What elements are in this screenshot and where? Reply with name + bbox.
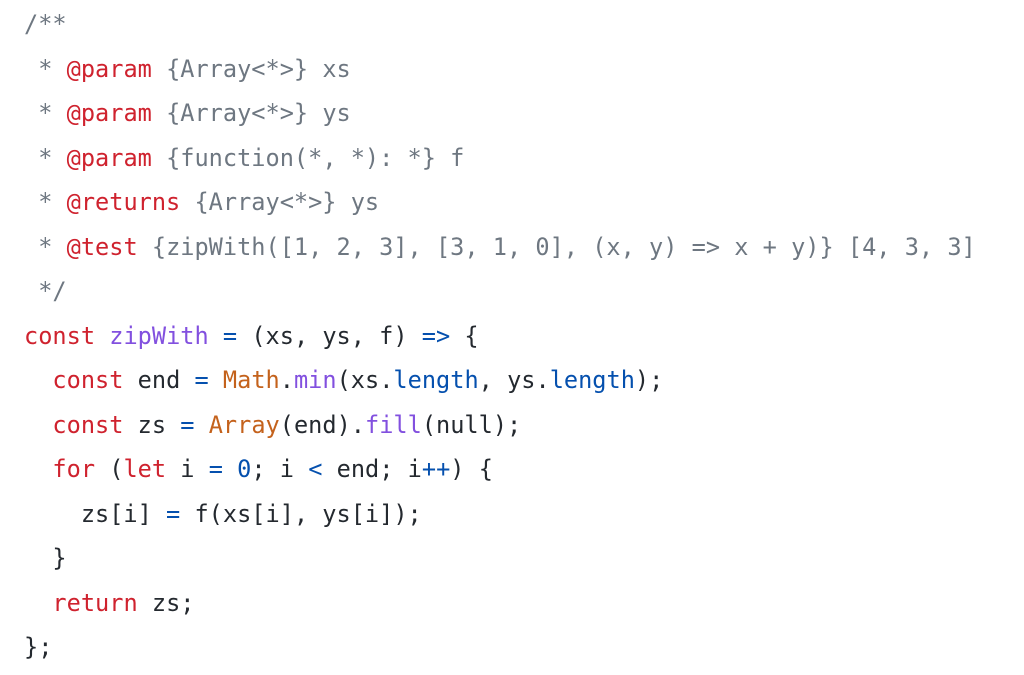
code-text-token: ; i — [251, 455, 309, 483]
comment-token: {Array<*>} ys — [151, 99, 351, 127]
operator-token: ++ — [421, 455, 451, 483]
comment-token: */ — [24, 277, 67, 305]
code-text-token: f(xs[i], ys[i]); — [180, 499, 422, 528]
jsdoc-tag-token: @test — [66, 232, 138, 261]
comment-token: {function(*, *): *} f — [151, 143, 465, 172]
comment-token: {zipWith([1, 2, 3], [3, 1, 0], (x, y) =>… — [137, 232, 976, 261]
keyword-token: for — [52, 455, 96, 483]
keyword-token: const — [52, 410, 124, 439]
operator-token: = — [208, 455, 223, 483]
code-text-token: }; — [24, 633, 53, 661]
function-name-token: zipWith — [109, 321, 209, 350]
code-line: } — [24, 541, 1024, 586]
code-block: /** * @param {Array<*>} xs * @param {Arr… — [0, 0, 1024, 675]
builtin-token: Math — [222, 366, 280, 394]
operator-token: = — [166, 499, 181, 528]
comment-token: {Array<*>} ys — [180, 188, 380, 216]
comment-token: * — [24, 54, 67, 83]
comment-token: * — [24, 99, 67, 127]
comment-token: * — [24, 143, 67, 172]
code-line: * @param {Array<*>} ys — [24, 96, 1024, 141]
keyword-token: return — [52, 588, 138, 617]
function-name-token: min — [293, 366, 337, 394]
operator-token: = — [222, 321, 238, 350]
code-line: * @test {zipWith([1, 2, 3], [3, 1, 0], (… — [24, 230, 1024, 275]
code-text-token: { — [450, 321, 479, 350]
code-text-token: (xs, ys, f) — [237, 321, 422, 350]
comment-token: /** — [24, 10, 67, 38]
jsdoc-tag-token: @param — [66, 54, 152, 83]
jsdoc-tag-token: @returns — [66, 188, 181, 216]
function-name-token: fill — [364, 410, 422, 439]
code-line: const end = Math.min(xs.length, ys.lengt… — [24, 363, 1024, 408]
builtin-token: Array — [208, 410, 280, 439]
code-text-token: (null); — [421, 410, 522, 439]
comment-token: {Array<*>} xs — [151, 54, 351, 83]
code-text-token: end — [123, 366, 195, 394]
code-text-token: ) { — [450, 455, 493, 483]
code-line: const zs = Array(end).fill(null); — [24, 408, 1024, 453]
number-token: 0 — [237, 455, 252, 483]
code-text-token: . — [279, 366, 294, 394]
code-text-token: ); — [634, 366, 664, 394]
keyword-token: const — [52, 366, 124, 394]
code-text-token: end; i — [322, 455, 422, 483]
code-text-token: } — [24, 544, 67, 572]
operator-token: => — [421, 321, 451, 350]
operator-token: = — [180, 410, 195, 439]
code-line: * @returns {Array<*>} ys — [24, 185, 1024, 230]
code-text-token: ( — [95, 455, 124, 483]
code-text-token: zs[i] — [24, 499, 167, 528]
keyword-token: let — [123, 455, 167, 483]
jsdoc-tag-token: @param — [66, 143, 152, 172]
comment-token: * — [24, 188, 67, 216]
code-text-token: zs — [123, 410, 181, 439]
property-token: length — [549, 366, 635, 394]
code-line: return zs; — [24, 586, 1024, 631]
keyword-token: const — [24, 321, 96, 350]
code-line: * @param {function(*, *): *} f — [24, 141, 1024, 186]
comment-token: * — [24, 232, 67, 261]
operator-token: = — [194, 366, 209, 394]
code-line: */ — [24, 274, 1024, 319]
code-line: zs[i] = f(xs[i], ys[i]); — [24, 497, 1024, 542]
code-text-token: (end). — [279, 410, 365, 439]
code-line: * @param {Array<*>} xs — [24, 52, 1024, 97]
code-text-token: (xs. — [336, 366, 394, 394]
jsdoc-tag-token: @param — [66, 99, 152, 127]
code-line: /** — [24, 7, 1024, 52]
code-text-token: i — [166, 455, 209, 483]
code-text-token: , ys. — [478, 366, 550, 394]
operator-token: < — [308, 455, 323, 483]
code-line: }; — [24, 630, 1024, 675]
code-text-token: zs; — [137, 588, 195, 617]
property-token: length — [393, 366, 479, 394]
code-line: for (let i = 0; i < end; i++) { — [24, 452, 1024, 497]
code-line: const zipWith = (xs, ys, f) => { — [24, 319, 1024, 364]
